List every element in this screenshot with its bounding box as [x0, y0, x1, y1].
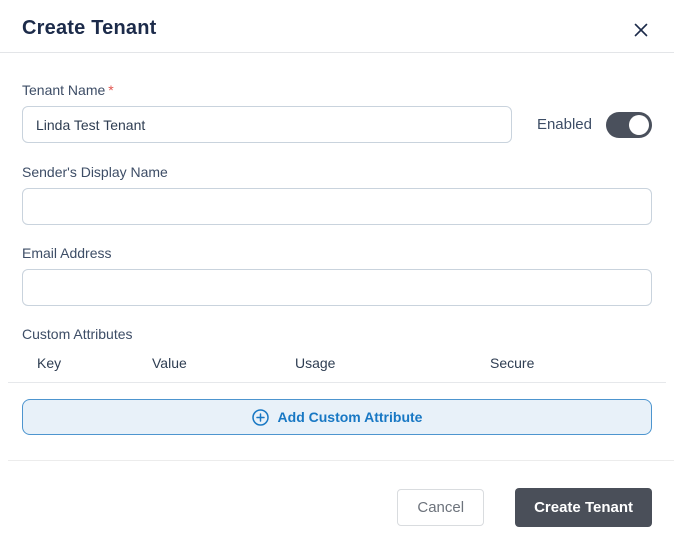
tenant-name-label: Tenant Name * — [22, 82, 652, 98]
sender-display-name-input[interactable] — [22, 188, 652, 225]
close-icon — [634, 23, 648, 37]
sender-display-name-label: Sender's Display Name — [22, 164, 168, 180]
tenant-name-input[interactable] — [22, 106, 512, 143]
custom-attributes-label: Custom Attributes — [22, 326, 133, 342]
modal-title: Create Tenant — [22, 17, 157, 39]
toggle-knob — [629, 114, 649, 135]
create-tenant-modal: Create Tenant Tenant Name* Enabled Sende… — [0, 0, 674, 541]
modal-header: Create Tenant — [0, 0, 674, 52]
tenant-name-row: Enabled — [22, 106, 652, 143]
header-divider — [0, 52, 674, 53]
column-header-secure: Secure — [490, 355, 535, 371]
attributes-table-divider — [8, 382, 666, 383]
column-header-value: Value — [152, 355, 187, 371]
column-header-usage: Usage — [295, 355, 336, 371]
email-address-input[interactable] — [22, 269, 652, 306]
tenant-name-label-text: Tenant Name — [22, 82, 106, 98]
modal-body: Tenant Name* Enabled Sender's Display Na… — [0, 82, 674, 435]
email-address-label: Email Address — [22, 245, 112, 261]
enabled-label: Enabled — [536, 116, 592, 133]
enabled-group: Enabled — [536, 111, 652, 138]
enabled-toggle[interactable] — [606, 111, 652, 138]
cancel-button[interactable]: Cancel — [397, 489, 485, 526]
plus-circle-icon — [251, 408, 269, 426]
close-button[interactable] — [630, 19, 652, 41]
custom-attributes-header-row: Key Value Usage Secure — [22, 355, 652, 371]
required-asterisk: * — [108, 82, 114, 98]
add-custom-attribute-label: Add Custom Attribute — [277, 409, 423, 425]
column-header-key: Key — [37, 355, 62, 371]
add-custom-attribute-button[interactable]: Add Custom Attribute — [22, 399, 652, 435]
modal-footer: Cancel Create Tenant — [0, 461, 674, 527]
create-tenant-button[interactable]: Create Tenant — [515, 488, 652, 527]
